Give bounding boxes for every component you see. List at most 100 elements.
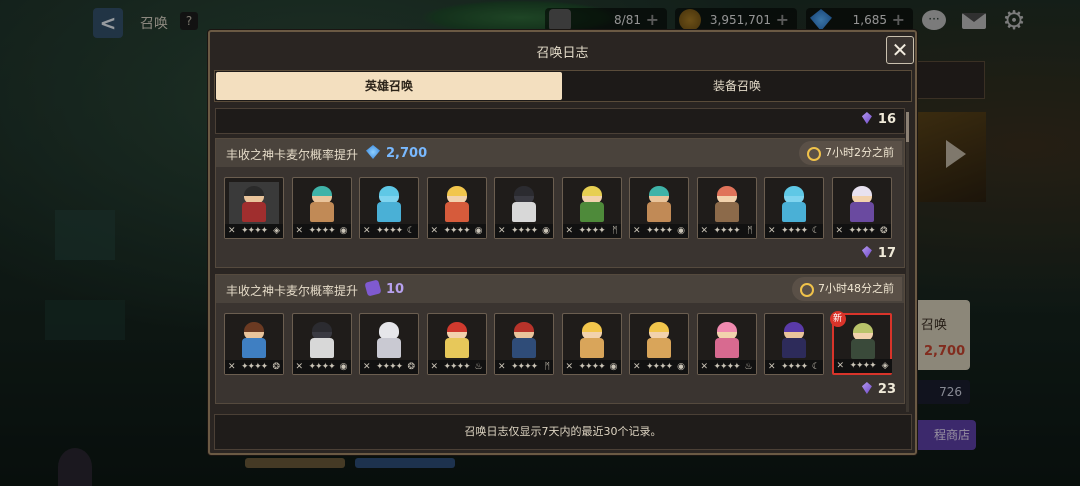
clock-icon <box>807 147 821 161</box>
hero-stats-bar: ✕ ✦✦✦✦ ♨ <box>697 360 756 374</box>
hero-stats-bar: ✕ ✦✦✦✦ ☾ <box>360 224 418 238</box>
scrollbar[interactable] <box>906 112 909 412</box>
weapon-icon: ✕ <box>430 362 439 372</box>
hero-body <box>714 202 739 222</box>
hero-card[interactable]: ✕ ✦✦✦✦ ◈ <box>224 177 284 239</box>
hero-card[interactable]: ✕ ✦✦✦✦ ᛗ <box>494 313 554 375</box>
close-button[interactable]: ✕ <box>886 36 914 64</box>
entry-header: 丰收之神卡麦尔概率提升 10 7小时48分之前 <box>216 275 904 303</box>
hero-card[interactable]: ✕ ✦✦✦✦ ᛗ <box>561 177 622 239</box>
hero-portrait <box>364 318 414 360</box>
hero-portrait <box>769 182 819 224</box>
hero-stats-bar: ✕ ✦✦✦✦ ◈ <box>225 224 283 238</box>
hero-card[interactable]: ✕ ✦✦✦✦ ❂ <box>831 177 892 239</box>
weapon-icon: ✕ <box>498 362 506 372</box>
weapon-icon: ✕ <box>295 362 304 372</box>
summon-count-value: 16 <box>877 112 896 127</box>
hero-card[interactable]: ✕ ✦✦✦✦ ◉ <box>494 177 554 239</box>
weapon-icon: ✕ <box>768 226 776 236</box>
hero-portrait <box>431 182 482 224</box>
banner-name: 丰收之神卡麦尔概率提升 <box>226 284 359 298</box>
weapon-icon: ✕ <box>836 361 845 371</box>
summon-count: 16 <box>861 112 896 127</box>
element-icon: ◉ <box>339 362 348 372</box>
hero-portrait <box>566 182 617 224</box>
element-icon: ◉ <box>542 226 550 236</box>
hero-stats-bar: ✕ ✦✦✦✦ ☾ <box>765 360 823 374</box>
weapon-icon: ✕ <box>700 362 709 372</box>
hero-card[interactable]: ✕ ✦✦✦✦ ☾ <box>359 177 419 239</box>
hero-portrait <box>296 182 347 224</box>
star-rating: ✦✦✦✦ <box>646 226 673 236</box>
hero-portrait <box>836 182 887 224</box>
element-icon: ☾ <box>406 226 415 236</box>
time-text: 7小时2分之前 <box>825 146 894 159</box>
star-rating: ✦✦✦✦ <box>646 362 673 372</box>
hero-portrait <box>701 182 752 224</box>
hero-portrait <box>634 182 684 224</box>
hero-card[interactable]: ✕ ✦✦✦✦ ♨ <box>696 313 757 375</box>
tab-hero-summon[interactable]: 英雄召唤 <box>216 72 562 100</box>
element-icon: ◉ <box>474 226 483 236</box>
hero-body <box>512 202 536 222</box>
summon-count: 23 <box>861 382 896 397</box>
hero-card-row: ✕ ✦✦✦✦ ❂ ✕ ✦✦✦✦ ◉ ✕ ✦✦✦✦ ❂ ✕ ✦✦✦✦ ♨ ✕ ✦✦✦✦ ᛗ ✕ ✦✦✦✦ ◉ ✕ ✦✦✦… <box>224 311 900 375</box>
hero-card[interactable]: ✕ ✦✦✦✦ ◈ 新 <box>829 311 892 375</box>
hero-stats-bar: ✕ ✦✦✦✦ ◉ <box>562 360 621 374</box>
hero-portrait <box>499 182 549 224</box>
crystal-icon <box>861 112 872 124</box>
entry-timestamp: 7小时48分之前 <box>792 277 902 301</box>
ticket-icon <box>364 279 382 297</box>
element-icon: ❂ <box>272 362 280 372</box>
hero-body <box>444 202 469 222</box>
hero-stats-bar: ✕ ✦✦✦✦ ◉ <box>427 224 486 238</box>
summon-count: 17 <box>861 246 896 261</box>
log-entry: 丰收之神卡麦尔概率提升 2,700 7小时2分之前 ✕ ✦✦✦✦ ◈ ✕ ✦✦✦✦ ◉ ✕ ✦… <box>215 138 905 268</box>
hero-card[interactable]: ✕ ✦✦✦✦ ❂ <box>224 313 284 375</box>
element-icon: ◉ <box>677 362 685 372</box>
entry-timestamp: 7小时2分之前 <box>799 141 902 165</box>
hero-card[interactable]: ✕ ✦✦✦✦ ◉ <box>291 177 352 239</box>
hero-portrait <box>701 318 752 360</box>
hero-body <box>782 338 806 358</box>
hero-body <box>782 202 806 222</box>
hero-card[interactable]: ✕ ✦✦✦✦ ◉ <box>426 177 487 239</box>
element-icon: ᛗ <box>544 362 550 372</box>
hero-portrait <box>296 318 347 360</box>
hero-card[interactable]: ✕ ✦✦✦✦ ♨ <box>426 313 487 375</box>
banner-name: 丰收之神卡麦尔概率提升 <box>226 148 359 162</box>
star-rating: ✦✦✦✦ <box>848 226 876 236</box>
element-icon: ᛗ <box>612 226 618 236</box>
hero-body <box>242 338 266 358</box>
weapon-icon: ✕ <box>633 226 641 236</box>
hero-body <box>850 339 875 359</box>
hero-card[interactable]: ✕ ✦✦✦✦ ◉ <box>629 313 689 375</box>
hero-card[interactable]: ✕ ✦✦✦✦ ☾ <box>764 313 824 375</box>
hero-card[interactable]: ✕ ✦✦✦✦ ◉ <box>561 313 622 375</box>
hero-card[interactable]: ✕ ✦✦✦✦ ☾ <box>764 177 824 239</box>
element-icon: ◈ <box>273 226 280 236</box>
hero-body <box>579 202 604 222</box>
hero-stats-bar: ✕ ✦✦✦✦ ◉ <box>630 224 688 238</box>
entry-cost: 2,700 <box>366 145 427 161</box>
summon-log-list[interactable]: 16 丰收之神卡麦尔概率提升 2,700 7小时2分之前 ✕ ✦✦✦✦ ◈ ✕ ✦✦✦✦… <box>215 108 907 410</box>
star-rating: ✦✦✦✦ <box>511 226 538 236</box>
tab-bar: 英雄召唤 装备召唤 <box>214 70 912 102</box>
star-rating: ✦✦✦✦ <box>849 361 877 371</box>
hero-card[interactable]: ✕ ✦✦✦✦ ◉ <box>629 177 689 239</box>
hero-card[interactable]: ✕ ✦✦✦✦ ᛗ <box>696 177 757 239</box>
scroll-thumb[interactable] <box>906 112 909 142</box>
star-rating: ✦✦✦✦ <box>241 362 268 372</box>
star-rating: ✦✦✦✦ <box>713 226 741 236</box>
hero-card[interactable]: ✕ ✦✦✦✦ ◉ <box>291 313 352 375</box>
hero-stats-bar: ✕ ✦✦✦✦ ᛗ <box>697 224 756 238</box>
element-icon: ❂ <box>879 226 888 236</box>
hero-card[interactable]: ✕ ✦✦✦✦ ❂ <box>359 313 419 375</box>
tab-equipment-summon[interactable]: 装备召唤 <box>564 72 910 100</box>
dialog-title: 召唤日志 <box>536 46 589 61</box>
previous-entry-footer: 16 <box>215 108 905 134</box>
entry-header: 丰收之神卡麦尔概率提升 2,700 7小时2分之前 <box>216 139 904 167</box>
diamond-icon <box>366 145 380 159</box>
hero-body <box>309 338 334 358</box>
element-icon: ♨ <box>744 362 753 372</box>
